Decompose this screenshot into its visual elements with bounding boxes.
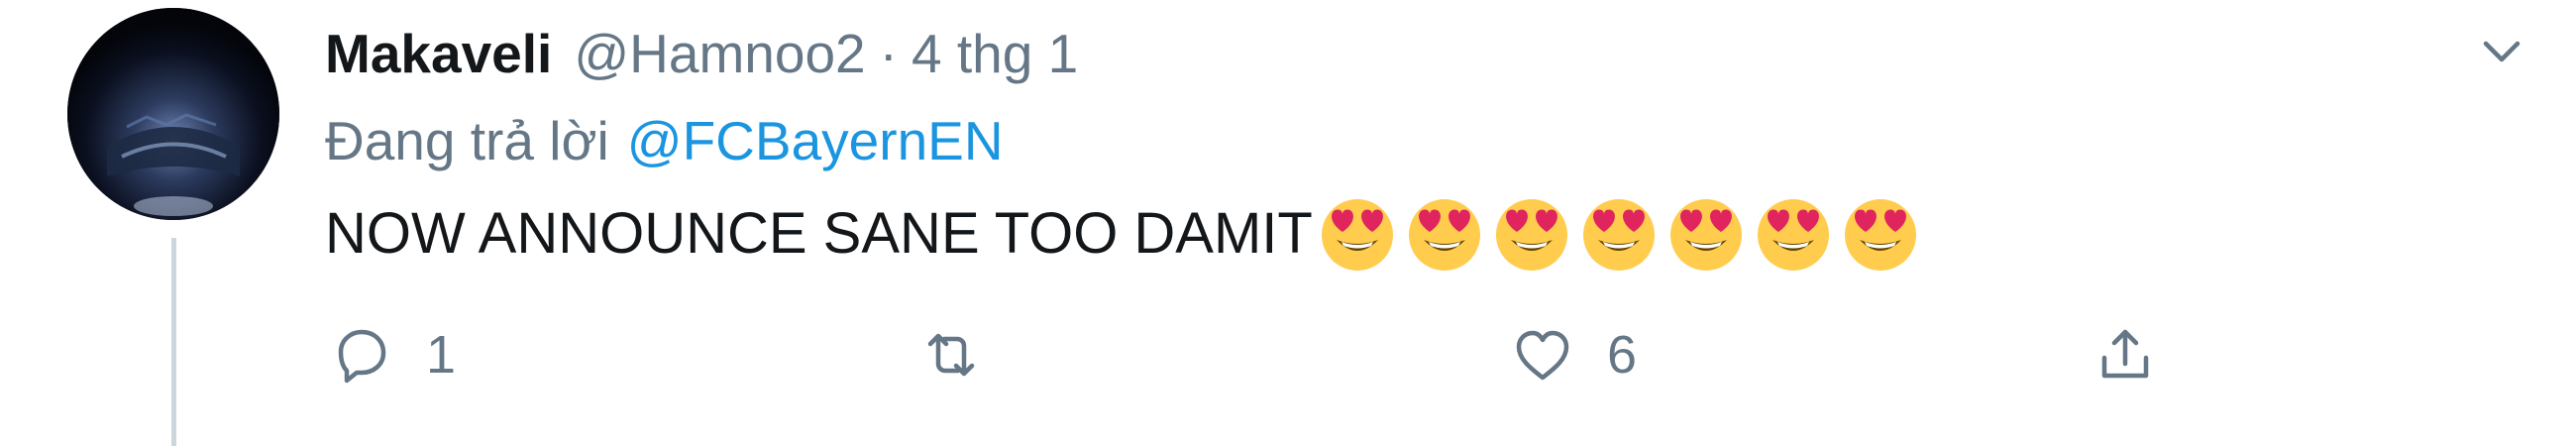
reply-button[interactable]: 1 (327, 315, 456, 394)
author-name[interactable]: Makaveli (325, 22, 552, 85)
heart-eyes-emoji (1495, 199, 1567, 271)
heart-icon (1516, 330, 1569, 381)
chevron-down-icon[interactable] (2472, 22, 2531, 81)
reply-count: 1 (426, 325, 457, 385)
tweet[interactable]: Makaveli @Hamnoo2 · 4 thg 1 Đang trả lời… (0, 0, 2576, 446)
reply-icon (338, 329, 386, 384)
like-count: 6 (1607, 325, 1638, 385)
reply-mention-link[interactable]: @FCBayernEN (627, 109, 1004, 172)
replying-to: Đang trả lời @FCBayernEN (325, 103, 1004, 178)
heart-eyes-emoji (1844, 199, 1916, 271)
separator: · (879, 23, 898, 84)
retweet-button[interactable] (916, 315, 1016, 394)
heart-eyes-emoji (1757, 199, 1829, 271)
retweet-icon (927, 333, 975, 377)
reply-prefix: Đang trả lời (325, 110, 609, 171)
avatar[interactable] (67, 8, 279, 220)
thread-line (171, 238, 176, 446)
tweet-text-content: NOW ANNOUNCE SANE TOO DAMIT (325, 200, 1313, 266)
share-button[interactable] (2091, 315, 2160, 394)
heart-eyes-emoji (1582, 199, 1655, 271)
tweet-text: NOW ANNOUNCE SANE TOO DAMIT (325, 188, 1927, 278)
share-icon (2101, 329, 2149, 379)
timestamp[interactable]: 4 thg 1 (912, 22, 1078, 85)
heart-eyes-emoji (1408, 199, 1480, 271)
author-handle[interactable]: @Hamnoo2 (574, 22, 865, 85)
emoji-group (1317, 192, 1927, 274)
heart-eyes-emoji (1669, 199, 1742, 271)
tweet-header: Makaveli @Hamnoo2 · 4 thg 1 (325, 14, 1078, 93)
heart-eyes-emoji (1321, 199, 1393, 271)
like-button[interactable]: 6 (1508, 315, 1637, 394)
